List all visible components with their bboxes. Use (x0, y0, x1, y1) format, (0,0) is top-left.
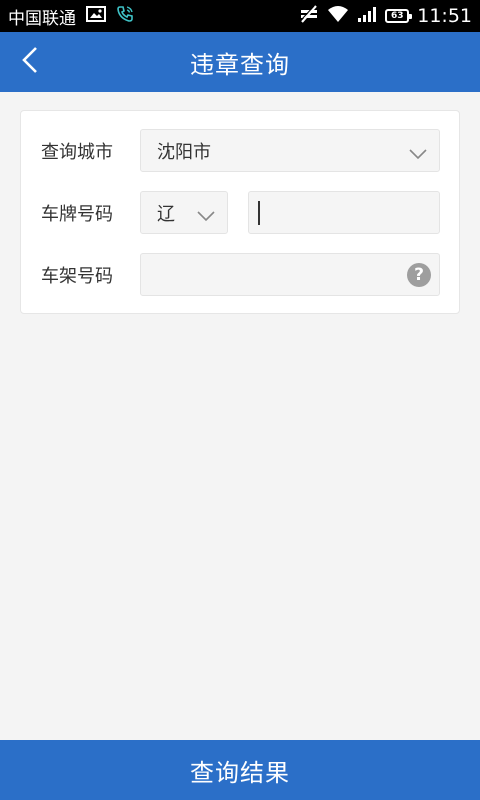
query-result-button[interactable]: 查询结果 (0, 740, 480, 800)
plate-province-value: 辽 (157, 203, 175, 225)
picture-icon (86, 6, 106, 26)
clock: 11:51 (417, 5, 472, 27)
city-label: 查询城市 (41, 142, 113, 163)
vin-input[interactable]: ? (140, 253, 440, 296)
battery-level: 63 (390, 11, 404, 21)
back-button[interactable] (12, 44, 48, 80)
phone-call-icon (116, 5, 134, 27)
plate-number-input[interactable] (248, 191, 440, 234)
city-select[interactable]: 沈阳市 (140, 129, 440, 172)
city-value: 沈阳市 (157, 141, 211, 163)
page-title: 违章查询 (190, 50, 290, 79)
battery-icon: 63 (385, 9, 413, 23)
chevron-left-icon (21, 46, 39, 78)
help-symbol: ? (414, 264, 424, 285)
title-bar: 违章查询 (0, 32, 480, 92)
status-bar: 中国联通 63 11:51 (0, 0, 480, 32)
mute-icon (299, 4, 319, 28)
vin-label: 车架号码 (41, 266, 113, 287)
text-cursor (258, 200, 260, 225)
plate-label: 车牌号码 (41, 204, 113, 225)
wifi-icon (327, 5, 349, 27)
carrier-name: 中国联通 (8, 8, 76, 29)
signal-icon (357, 5, 377, 27)
query-result-label: 查询结果 (190, 758, 290, 787)
help-icon[interactable]: ? (407, 262, 431, 287)
plate-province-select[interactable]: 辽 (140, 191, 228, 234)
query-form-card: 查询城市 沈阳市 车牌号码 辽 车架号码 ? (20, 110, 460, 314)
chevron-down-icon (197, 207, 215, 226)
chevron-down-icon (409, 145, 427, 164)
